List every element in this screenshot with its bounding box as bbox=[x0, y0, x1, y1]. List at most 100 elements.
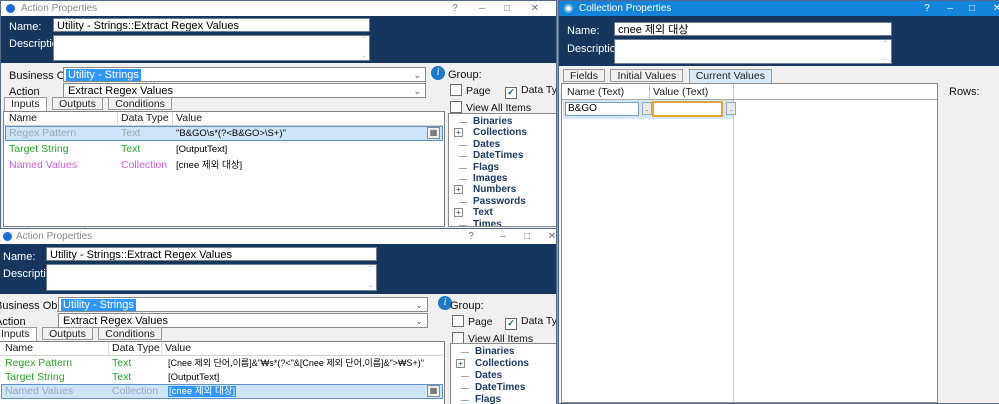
table-row[interactable]: Regex Pattern Text [Cnee 제외 단어,이름]&"₩s*(… bbox=[1, 356, 443, 371]
info-icon[interactable]: i bbox=[431, 66, 445, 80]
titlebar[interactable]: Action Properties ? – □ ✕ bbox=[0, 229, 556, 244]
maximize-button[interactable]: □ bbox=[964, 2, 980, 15]
param-value[interactable]: [cnee 제외 대상] bbox=[168, 384, 423, 399]
description-scrollbar[interactable]: ⌃ ⌄ bbox=[359, 37, 368, 59]
minimize-button[interactable]: – bbox=[942, 2, 958, 15]
chevron-down-icon[interactable]: ⌄ bbox=[413, 86, 421, 96]
close-button[interactable]: ✕ bbox=[989, 2, 999, 15]
tab-outputs[interactable]: Outputs bbox=[42, 327, 93, 340]
tab-fields[interactable]: Fields bbox=[563, 69, 606, 82]
cell-name-input[interactable]: B&GO bbox=[565, 102, 639, 116]
tree-item-collections[interactable]: + Collections bbox=[451, 358, 556, 370]
tree-item-passwords[interactable]: Passwords bbox=[449, 196, 556, 207]
maximize-button[interactable]: □ bbox=[499, 2, 515, 15]
inputs-table: Name Data Type Value Regex Pattern Text … bbox=[3, 111, 445, 227]
table-row[interactable]: Named Values Collection [cnee 제외 대상] bbox=[5, 158, 443, 173]
scroll-down-icon[interactable]: ⌄ bbox=[368, 283, 373, 289]
checkbox-icon[interactable] bbox=[450, 84, 462, 96]
minimize-button[interactable]: – bbox=[474, 2, 490, 15]
business-object-select[interactable]: Utility - Strings ⌄ bbox=[63, 67, 426, 82]
calculator-icon[interactable]: ▦ bbox=[427, 385, 440, 397]
scroll-up-icon[interactable]: ⌃ bbox=[883, 41, 888, 47]
tree-item-flags[interactable]: Flags bbox=[449, 162, 556, 173]
param-value[interactable]: [cnee 제외 대상] bbox=[176, 158, 242, 173]
tree-item-datetimes[interactable]: DateTimes bbox=[451, 382, 556, 394]
calculator-icon[interactable]: ▦ bbox=[427, 127, 440, 139]
expand-icon[interactable]: + bbox=[454, 128, 463, 138]
param-type: Text bbox=[121, 143, 141, 155]
param-value[interactable]: [OutputText] bbox=[176, 142, 227, 157]
tree-item-times[interactable]: Times bbox=[449, 219, 556, 226]
action-select[interactable]: Extract Regex Values ⌄ bbox=[58, 313, 428, 328]
checkbox-icon[interactable] bbox=[450, 101, 462, 113]
name-input[interactable]: Utility - Strings::Extract Regex Values bbox=[53, 18, 370, 32]
description-scrollbar[interactable]: ⌃ ⌄ bbox=[366, 266, 375, 289]
tree-item-binaries[interactable]: Binaries bbox=[451, 346, 556, 358]
maximize-button[interactable]: □ bbox=[519, 230, 535, 243]
tree-item-flags[interactable]: Flags bbox=[451, 394, 556, 404]
column-header-name: Name (Text) bbox=[567, 86, 625, 98]
cell-value-input[interactable] bbox=[652, 101, 723, 117]
titlebar[interactable]: Action Properties ? – □ ✕ bbox=[1, 1, 556, 16]
checkbox-checked-icon[interactable]: ✓ bbox=[505, 318, 517, 330]
checkbox-data-type[interactable]: ✓ Data Type bbox=[505, 84, 556, 99]
expand-icon[interactable]: + bbox=[454, 185, 463, 195]
param-value[interactable]: [OutputText] bbox=[168, 370, 219, 385]
close-button[interactable]: ✕ bbox=[544, 230, 556, 243]
expand-icon[interactable]: + bbox=[456, 359, 465, 368]
tree-item-dates[interactable]: Dates bbox=[451, 370, 556, 382]
tree-item-dates[interactable]: Dates bbox=[449, 139, 556, 150]
checkbox-data-type[interactable]: ✓ Data Type bbox=[505, 315, 556, 330]
name-input[interactable]: cnee 제외 대상 bbox=[614, 22, 892, 36]
tree-item-datetimes[interactable]: DateTimes bbox=[449, 150, 556, 161]
ellipsis-button[interactable]: . bbox=[726, 102, 736, 115]
expand-icon[interactable]: + bbox=[454, 208, 463, 218]
tab-conditions[interactable]: Conditions bbox=[98, 327, 162, 340]
chevron-down-icon[interactable]: ⌄ bbox=[415, 316, 423, 326]
help-button[interactable]: ? bbox=[447, 2, 463, 15]
chevron-down-icon[interactable]: ⌄ bbox=[413, 70, 421, 80]
table-row[interactable]: Regex Pattern Text "B&GO\s*(?<B&GO>\S+)"… bbox=[5, 126, 443, 141]
tab-inputs[interactable]: Inputs bbox=[0, 327, 37, 342]
help-button[interactable]: ? bbox=[463, 230, 479, 243]
titlebar[interactable]: Collection Properties ? – □ ✕ bbox=[559, 1, 999, 16]
tab-current-values[interactable]: Current Values bbox=[688, 69, 772, 84]
checkbox-icon[interactable] bbox=[452, 315, 464, 327]
tree-item-images[interactable]: Images bbox=[449, 173, 556, 184]
description-input[interactable] bbox=[46, 264, 377, 291]
tab-initial-values[interactable]: Initial Values bbox=[610, 69, 684, 82]
checkbox-page[interactable]: Page bbox=[450, 84, 491, 97]
param-value[interactable]: [Cnee 제외 단어,이름]&"₩s*(?<"&[Cnee 제외 단어,이름]… bbox=[168, 356, 439, 371]
scroll-down-icon[interactable]: ⌄ bbox=[361, 53, 366, 59]
chevron-down-icon[interactable]: ⌄ bbox=[415, 300, 423, 310]
scroll-up-icon[interactable]: ⌃ bbox=[368, 266, 373, 272]
tab-conditions[interactable]: Conditions bbox=[108, 97, 172, 110]
tree-item-numbers[interactable]: + Numbers bbox=[449, 184, 556, 195]
scroll-down-icon[interactable]: ⌄ bbox=[883, 56, 888, 62]
business-object-select[interactable]: Utility - Strings ⌄ bbox=[58, 297, 428, 312]
tree-item-label: Flags bbox=[475, 394, 502, 404]
scroll-up-icon[interactable]: ⌃ bbox=[361, 37, 366, 43]
tree-item-binaries[interactable]: Binaries bbox=[449, 116, 556, 127]
param-type: Text bbox=[112, 371, 132, 383]
tab-inputs[interactable]: Inputs bbox=[4, 97, 47, 112]
checkbox-checked-icon[interactable]: ✓ bbox=[505, 87, 517, 99]
checkbox-page[interactable]: Page bbox=[452, 315, 493, 328]
tree-item-collections[interactable]: + Collections bbox=[449, 127, 556, 138]
ellipsis-button[interactable]: . bbox=[642, 102, 652, 115]
param-value[interactable]: "B&GO\s*(?<B&GO>\S+)" bbox=[176, 126, 423, 141]
minimize-button[interactable]: – bbox=[495, 230, 511, 243]
tree-item-text[interactable]: + Text bbox=[449, 207, 556, 218]
help-button[interactable]: ? bbox=[919, 2, 935, 15]
action-select[interactable]: Extract Regex Values ⌄ bbox=[63, 83, 426, 98]
tab-outputs[interactable]: Outputs bbox=[52, 97, 103, 110]
close-button[interactable]: ✕ bbox=[527, 2, 543, 15]
description-input[interactable] bbox=[53, 35, 370, 61]
table-row[interactable]: Target String Text [OutputText] bbox=[1, 370, 443, 385]
description-input[interactable] bbox=[614, 39, 892, 64]
name-input[interactable]: Utility - Strings::Extract Regex Values bbox=[46, 247, 377, 261]
table-row[interactable]: Target String Text [OutputText] bbox=[5, 142, 443, 157]
tree-item-label: Numbers bbox=[473, 184, 517, 196]
table-row[interactable]: Named Values Collection [cnee 제외 대상] ▦ bbox=[1, 384, 443, 399]
description-scrollbar[interactable]: ⌃ ⌄ bbox=[881, 41, 890, 62]
